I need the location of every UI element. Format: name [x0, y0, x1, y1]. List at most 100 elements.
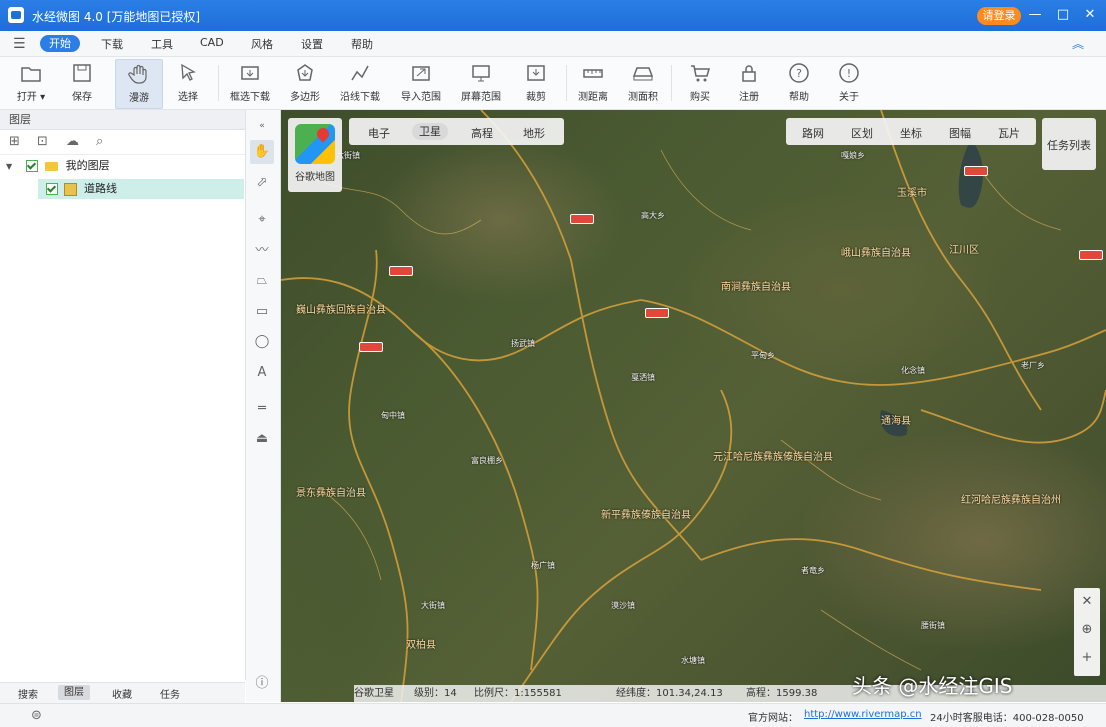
road-shield — [645, 308, 669, 318]
zoom-in-icon[interactable]: + — [1074, 650, 1100, 665]
window-title: 水经微图 4.0 [万能地图已授权] — [32, 10, 201, 24]
map-source-selector[interactable]: 谷歌地图 — [288, 118, 342, 192]
status-icon: ⊜ — [31, 708, 42, 723]
google-maps-icon — [295, 124, 335, 164]
menu-start[interactable]: 开始 — [40, 35, 80, 52]
layer-icon — [63, 182, 77, 196]
help-button[interactable]: ? 帮助 — [776, 59, 822, 107]
login-button[interactable]: 请登录 — [977, 7, 1021, 25]
crop-icon — [527, 65, 545, 81]
menu-download[interactable]: 下载 — [101, 36, 123, 52]
line-download-label: 沿线下载 — [340, 92, 380, 103]
menu-style[interactable]: 风格 — [251, 36, 273, 52]
cloud-icon[interactable]: ☁ — [66, 134, 79, 149]
hamburger-menu-icon[interactable]: ☰ — [13, 36, 26, 52]
overlay-sheets[interactable]: 图幅 — [949, 125, 971, 141]
pan-tool-icon[interactable]: ✋ — [250, 140, 274, 164]
road-network — [281, 110, 1106, 702]
draw-text-icon[interactable]: A — [250, 361, 274, 385]
toolbar-separator — [566, 65, 567, 101]
measure-distance-icon[interactable]: ═ — [250, 397, 274, 421]
measure-area-label: 测面积 — [628, 92, 658, 103]
minimize-button[interactable]: — — [1026, 6, 1044, 24]
draw-rect-icon[interactable]: ▭ — [250, 300, 274, 324]
measure-distance-button[interactable]: 测距离 — [570, 59, 616, 107]
overlay-regions[interactable]: 区划 — [851, 125, 873, 141]
status-altitude: 高程：1599.38 — [746, 688, 818, 699]
close-button[interactable]: ✕ — [1081, 6, 1099, 24]
crop-label: 裁剪 — [526, 92, 546, 103]
map-county-label: 元江哈尼族彝族傣族自治县 — [713, 452, 833, 463]
map-place-label: 者竜乡 — [801, 566, 825, 575]
status-source: 谷歌卫星 — [354, 688, 394, 699]
select-tool-icon[interactable]: ⬀ — [250, 171, 274, 195]
box-download-icon — [241, 66, 259, 80]
map-place-label: 漠沙镇 — [611, 601, 635, 610]
fit-extent-icon[interactable]: ✕ — [1074, 594, 1100, 609]
layer-checkbox[interactable] — [46, 183, 58, 195]
map-type-satellite[interactable]: 卫星 — [412, 123, 448, 140]
expand-arrow-icon[interactable]: ▼ — [6, 162, 12, 171]
tab-favorites[interactable]: 收藏 — [112, 686, 132, 701]
collapse-ribbon-icon[interactable]: ︽ — [1072, 35, 1084, 52]
buy-label: 购买 — [690, 92, 710, 103]
watermark-text: 头条 @水经注GIS — [852, 674, 1013, 698]
polygon-download-button[interactable]: 多边形 — [282, 59, 328, 107]
tree-row-my-layers[interactable]: ▼ 我的图层 — [6, 156, 236, 176]
crop-button[interactable]: 裁剪 — [513, 59, 559, 107]
overlay-tiles[interactable]: 瓦片 — [998, 125, 1020, 141]
map-type-electronic[interactable]: 电子 — [368, 125, 390, 141]
open-button[interactable]: 打开 ▾ — [8, 59, 54, 107]
measure-area-icon[interactable]: ⏏ — [250, 427, 274, 451]
measure-area-button[interactable]: 测面积 — [620, 59, 666, 107]
map-place-label: 戛洒镇 — [631, 373, 655, 382]
menu-tools[interactable]: 工具 — [151, 36, 173, 52]
tab-search[interactable]: 搜索 — [18, 686, 38, 701]
box-download-button[interactable]: 框选下载 — [227, 59, 273, 107]
task-list-button[interactable]: 任务列表 — [1042, 118, 1096, 170]
draw-point-icon[interactable]: ⌖ — [250, 208, 274, 232]
import-range-button[interactable]: 导入范围 — [398, 59, 444, 107]
menu-help[interactable]: 帮助 — [351, 36, 373, 52]
line-download-button[interactable]: 沿线下载 — [337, 59, 383, 107]
map-place-label: 扬武镇 — [511, 339, 535, 348]
maximize-button[interactable]: □ — [1054, 6, 1072, 24]
status-bar: ⊜ 官方网站： http://www.rivermap.cn 24小时客服电话：… — [0, 703, 1106, 727]
map-view[interactable]: 巍山彝族回族自治县 南涧彝族自治县 景东彝族自治县 元江哈尼族彝族傣族自治县 峨… — [281, 110, 1106, 702]
draw-circle-icon[interactable]: ◯ — [250, 330, 274, 354]
map-type-elevation[interactable]: 高程 — [471, 125, 493, 141]
cart-icon — [691, 65, 710, 82]
overlay-roads[interactable]: 路网 — [802, 125, 824, 141]
overlay-coordinates[interactable]: 坐标 — [900, 125, 922, 141]
about-button[interactable]: ! 关于 — [826, 59, 872, 107]
help-circle-icon[interactable]: ⓘ — [250, 672, 274, 696]
map-place-label: 老厂乡 — [1021, 361, 1045, 370]
import-range-label: 导入范围 — [401, 92, 441, 103]
map-place-label: 富良棚乡 — [471, 456, 503, 465]
register-button[interactable]: 注册 — [726, 59, 772, 107]
tab-tasks[interactable]: 任务 — [160, 686, 180, 701]
map-type-tabs: 电子 卫星 高程 地形 — [349, 118, 564, 145]
website-link[interactable]: http://www.rivermap.cn — [804, 709, 922, 720]
map-type-terrain[interactable]: 地形 — [523, 125, 545, 141]
screen-range-button[interactable]: 屏幕范围 — [458, 59, 504, 107]
layer-checkbox[interactable] — [25, 160, 38, 172]
tab-layers[interactable]: 图层 — [58, 685, 90, 700]
menu-settings[interactable]: 设置 — [301, 36, 323, 52]
tree-label-my-layers: 我的图层 — [65, 159, 110, 172]
draw-line-icon[interactable]: 〰 — [250, 239, 274, 263]
tree-row-road-layer[interactable]: 道路线 — [38, 179, 244, 199]
road-shield — [964, 166, 988, 176]
buy-button[interactable]: 购买 — [677, 59, 723, 107]
pan-button[interactable]: 漫游 — [115, 59, 163, 109]
draw-polygon-icon[interactable]: ⏢ — [250, 269, 274, 293]
select-button[interactable]: 选择 — [165, 59, 211, 107]
map-county-label: 红河哈尼族彝族自治州 — [961, 495, 1061, 506]
search-icon[interactable]: ⌕ — [96, 134, 103, 149]
save-button[interactable]: 保存 — [59, 59, 105, 107]
add-layer-icon[interactable]: ⊞ — [9, 134, 20, 149]
collapse-panel-icon[interactable]: « — [250, 114, 274, 138]
import-layer-icon[interactable]: ⊡ — [37, 134, 48, 149]
menu-cad[interactable]: CAD — [200, 36, 224, 49]
locate-icon[interactable]: ⊕ — [1074, 622, 1100, 637]
